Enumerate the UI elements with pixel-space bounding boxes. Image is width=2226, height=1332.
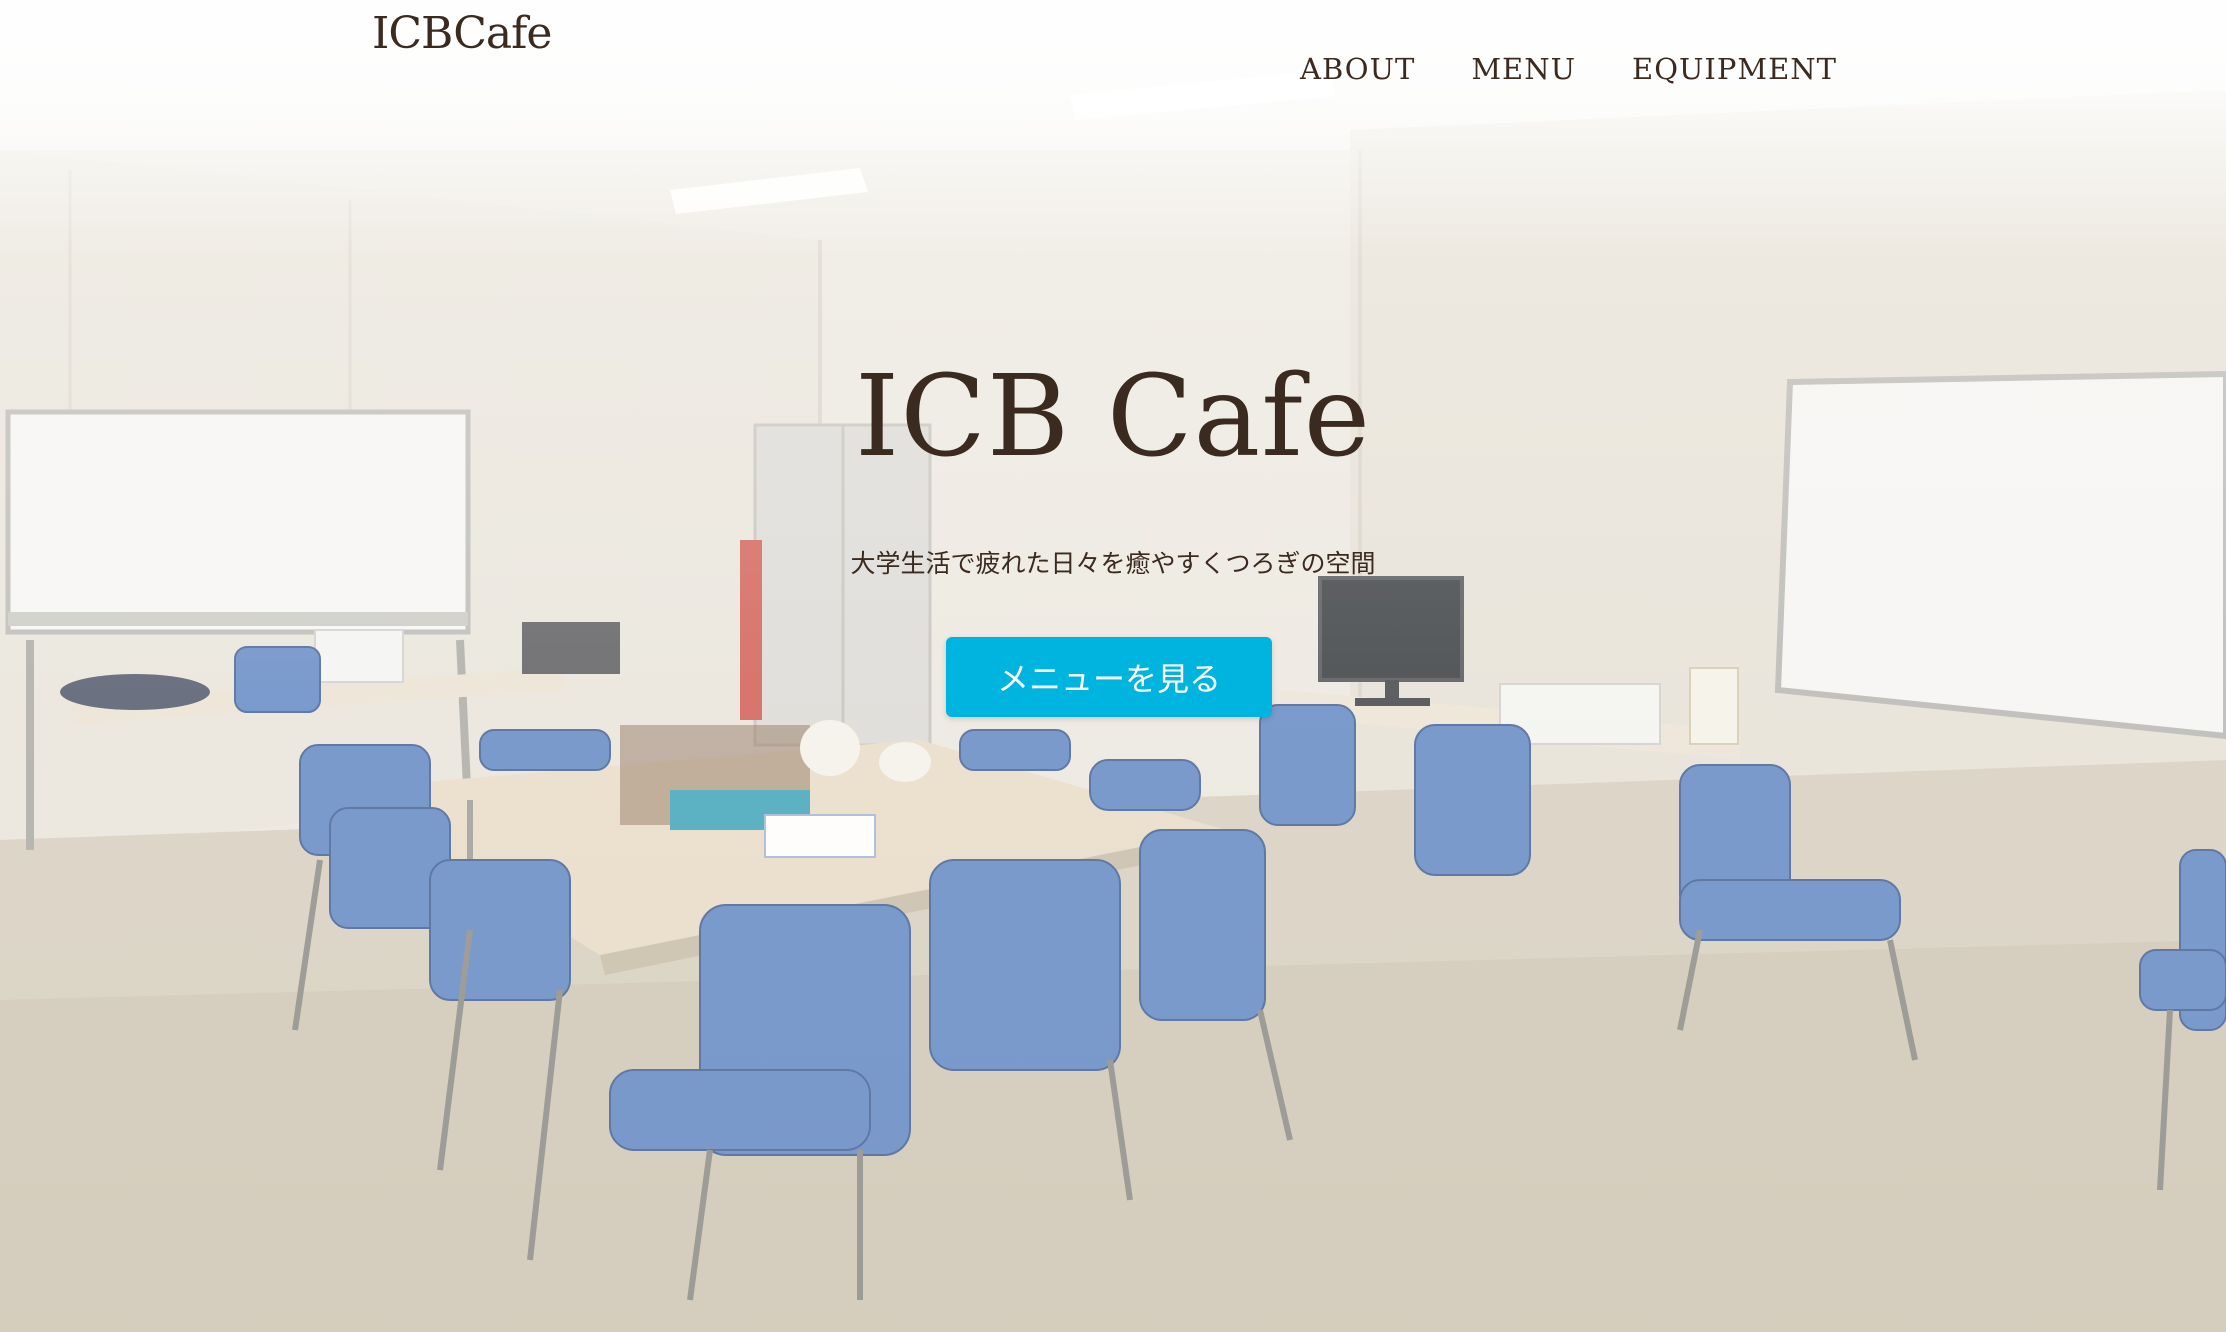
landing-page: ICBCafe ABOUT MENU EQUIPMENT ICB Cafe 大学… (0, 0, 2226, 1332)
hero-subtitle: 大学生活で疲れた日々を癒やすくつろぎの空間 (850, 549, 1376, 578)
nav-item-equipment[interactable]: EQUIPMENT (1632, 52, 1837, 86)
brand-logo[interactable]: ICBCafe (372, 8, 552, 59)
view-menu-button[interactable]: メニューを見る (946, 637, 1272, 717)
nav-item-menu[interactable]: MENU (1471, 52, 1576, 86)
main-nav: ABOUT MENU EQUIPMENT (1300, 52, 1837, 86)
nav-item-about[interactable]: ABOUT (1300, 52, 1415, 86)
hero-title: ICB Cafe (854, 352, 1372, 482)
